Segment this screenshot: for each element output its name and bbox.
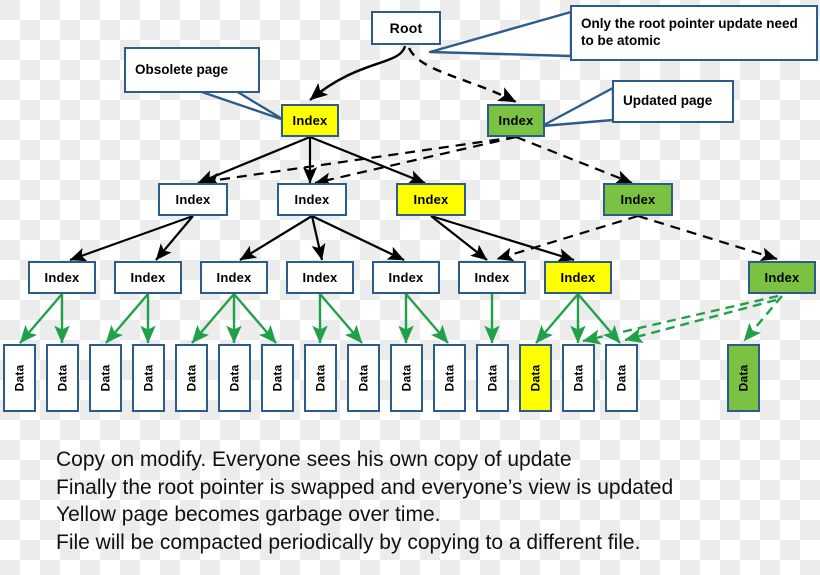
node-l3-index-0[interactable]: Index <box>158 183 228 216</box>
node-data-10-label: Data <box>442 364 457 392</box>
callout-updated-page: Updated page <box>612 80 734 123</box>
callout-tail-obsolete <box>194 88 286 122</box>
node-l3-index-3-label: Index <box>620 192 656 207</box>
callout-tail-updated <box>540 86 615 128</box>
node-l4-index-3-label: Index <box>302 270 338 285</box>
node-l4-index-6-obsolete[interactable]: Index <box>544 261 612 294</box>
node-data-6-label: Data <box>270 364 285 392</box>
node-l2-index-obsolete[interactable]: Index <box>281 104 339 137</box>
caption-block: Copy on modify. Everyone sees his own co… <box>56 446 796 557</box>
node-data-9[interactable]: Data <box>390 344 423 412</box>
node-data-15-label: Data <box>736 364 751 392</box>
node-root-label: Root <box>389 20 423 36</box>
node-data-14-label: Data <box>614 364 629 392</box>
callout-obsolete-page-text: Obsolete page <box>135 61 229 77</box>
node-data-3[interactable]: Data <box>132 344 165 412</box>
caption-line-1: Copy on modify. Everyone sees his own co… <box>56 448 572 471</box>
node-l4-index-5[interactable]: Index <box>458 261 526 294</box>
node-data-4[interactable]: Data <box>175 344 208 412</box>
callout-obsolete-page: Obsolete page <box>124 47 260 93</box>
caption-line-4: File will be compacted periodically by c… <box>56 531 641 555</box>
node-data-8-label: Data <box>356 364 371 392</box>
node-l2-index-updated-label: Index <box>498 113 534 128</box>
node-l4-index-0[interactable]: Index <box>28 261 96 294</box>
node-data-1[interactable]: Data <box>46 344 79 412</box>
diagram-canvas: Obsolete page Only the root pointer upda… <box>0 0 820 575</box>
node-data-12-label: Data <box>528 364 543 392</box>
node-data-11-label: Data <box>485 364 500 392</box>
caption-line-3: Yellow page becomes garbage over time. <box>56 503 441 527</box>
node-l3-index-1-label: Index <box>294 192 330 207</box>
callout-tail-atomic <box>428 10 573 58</box>
node-data-1-label: Data <box>55 364 70 392</box>
node-data-3-label: Data <box>141 364 156 392</box>
node-data-14[interactable]: Data <box>605 344 638 412</box>
node-data-5[interactable]: Data <box>218 344 251 412</box>
node-l4-index-7-updated[interactable]: Index <box>748 261 816 294</box>
callout-atomic-note: Only the root pointer update need to be … <box>570 5 818 61</box>
node-data-9-label: Data <box>399 364 414 392</box>
node-l4-index-5-label: Index <box>474 270 510 285</box>
node-data-11[interactable]: Data <box>476 344 509 412</box>
node-data-2-label: Data <box>98 364 113 392</box>
node-data-0-label: Data <box>12 364 27 392</box>
node-data-7[interactable]: Data <box>304 344 337 412</box>
node-l4-index-2-label: Index <box>216 270 252 285</box>
node-data-15-updated[interactable]: Data <box>727 344 760 412</box>
node-data-6[interactable]: Data <box>261 344 294 412</box>
node-data-10[interactable]: Data <box>433 344 466 412</box>
node-l4-index-0-label: Index <box>44 270 80 285</box>
node-data-4-label: Data <box>184 364 199 392</box>
callout-updated-page-text: Updated page <box>623 93 713 109</box>
node-l4-index-4[interactable]: Index <box>372 261 440 294</box>
node-l4-index-1[interactable]: Index <box>114 261 182 294</box>
node-l3-index-3-updated[interactable]: Index <box>603 183 673 216</box>
node-l3-index-2-label: Index <box>413 192 449 207</box>
node-l3-index-0-label: Index <box>175 192 211 207</box>
node-l2-index-updated[interactable]: Index <box>487 104 545 137</box>
node-data-7-label: Data <box>313 364 328 392</box>
node-l3-index-1[interactable]: Index <box>277 183 347 216</box>
node-data-13-label: Data <box>571 364 586 392</box>
node-data-13[interactable]: Data <box>562 344 595 412</box>
node-l3-index-2-obsolete[interactable]: Index <box>396 183 466 216</box>
node-data-12-obsolete[interactable]: Data <box>519 344 552 412</box>
node-l4-index-4-label: Index <box>388 270 424 285</box>
node-l4-index-3[interactable]: Index <box>286 261 354 294</box>
node-data-0[interactable]: Data <box>3 344 36 412</box>
node-l4-index-1-label: Index <box>130 270 166 285</box>
node-l4-index-7-label: Index <box>764 270 800 285</box>
caption-line-2: Finally the root pointer is swapped and … <box>56 475 674 499</box>
node-data-8[interactable]: Data <box>347 344 380 412</box>
callout-atomic-note-text: Only the root pointer update need to be … <box>581 16 798 48</box>
node-data-2[interactable]: Data <box>89 344 122 412</box>
node-l2-index-obsolete-label: Index <box>292 113 328 128</box>
node-data-5-label: Data <box>227 364 242 392</box>
node-l4-index-2[interactable]: Index <box>200 261 268 294</box>
node-root[interactable]: Root <box>371 11 441 45</box>
node-l4-index-6-label: Index <box>560 270 596 285</box>
